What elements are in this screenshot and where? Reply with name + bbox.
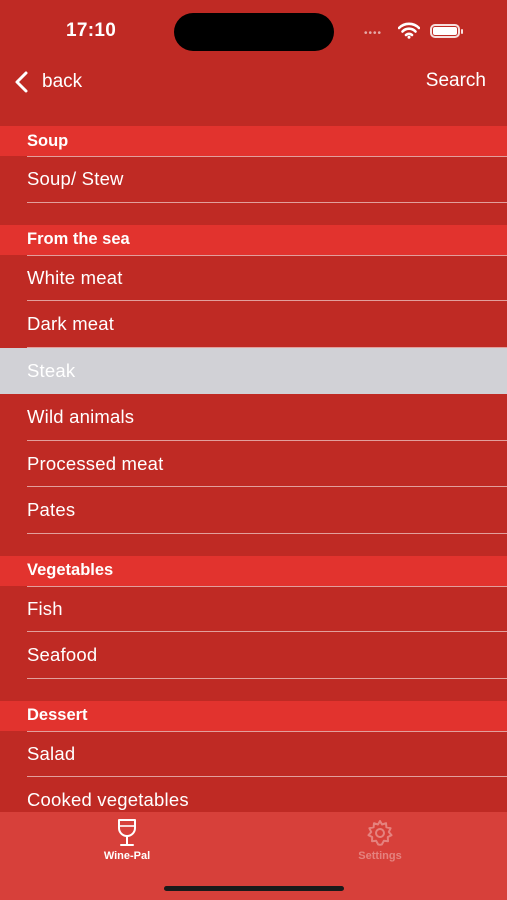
list-item-processed-meat[interactable]: Processed meat	[0, 441, 507, 488]
tab-wine-pal[interactable]: Wine-Pal	[67, 818, 187, 874]
list-item-pates[interactable]: Pates	[0, 487, 507, 534]
wine-glass-icon	[118, 819, 136, 846]
battery-icon	[430, 24, 463, 38]
tab-bar: Wine-Pal Settings	[0, 812, 507, 900]
wifi-icon	[398, 22, 420, 39]
list-item-seafood[interactable]: Seafood	[0, 632, 507, 679]
chevron-left-icon	[15, 71, 28, 93]
dynamic-island	[174, 13, 334, 51]
food-category-list: Soup Soup/ Stew From the sea White meat …	[0, 126, 507, 824]
search-button[interactable]: Search	[426, 70, 486, 92]
list-item-white-meat[interactable]: White meat	[0, 254, 507, 302]
signal-dots-icon: ••••	[364, 28, 383, 39]
back-button[interactable]: back	[12, 68, 82, 96]
status-bar: 17:10 ••••	[0, 0, 507, 60]
navigation-bar: back Search	[0, 60, 507, 104]
section-header-from-the-sea: From the sea	[0, 224, 507, 255]
back-label: back	[42, 71, 83, 92]
list-item-wild-animals[interactable]: Wild animals	[0, 394, 507, 441]
tab-label-wine-pal: Wine-Pal	[103, 850, 151, 862]
gear-icon	[367, 820, 393, 846]
section-header-dessert: Dessert	[0, 700, 507, 731]
list-item-soup-stew[interactable]: Soup/ Stew	[0, 156, 507, 203]
home-indicator	[164, 886, 344, 891]
list-item-salad[interactable]: Salad	[0, 730, 507, 778]
section-header-vegetables: Vegetables	[0, 555, 507, 586]
list-item-dark-meat[interactable]: Dark meat	[0, 301, 507, 348]
status-time: 17:10	[66, 20, 117, 41]
section-header-soup: Soup	[0, 126, 507, 156]
tab-label-settings: Settings	[358, 850, 402, 862]
list-item-fish[interactable]: Fish	[0, 585, 507, 633]
tab-settings[interactable]: Settings	[320, 818, 440, 874]
list-item-steak[interactable]: Steak	[0, 347, 507, 394]
